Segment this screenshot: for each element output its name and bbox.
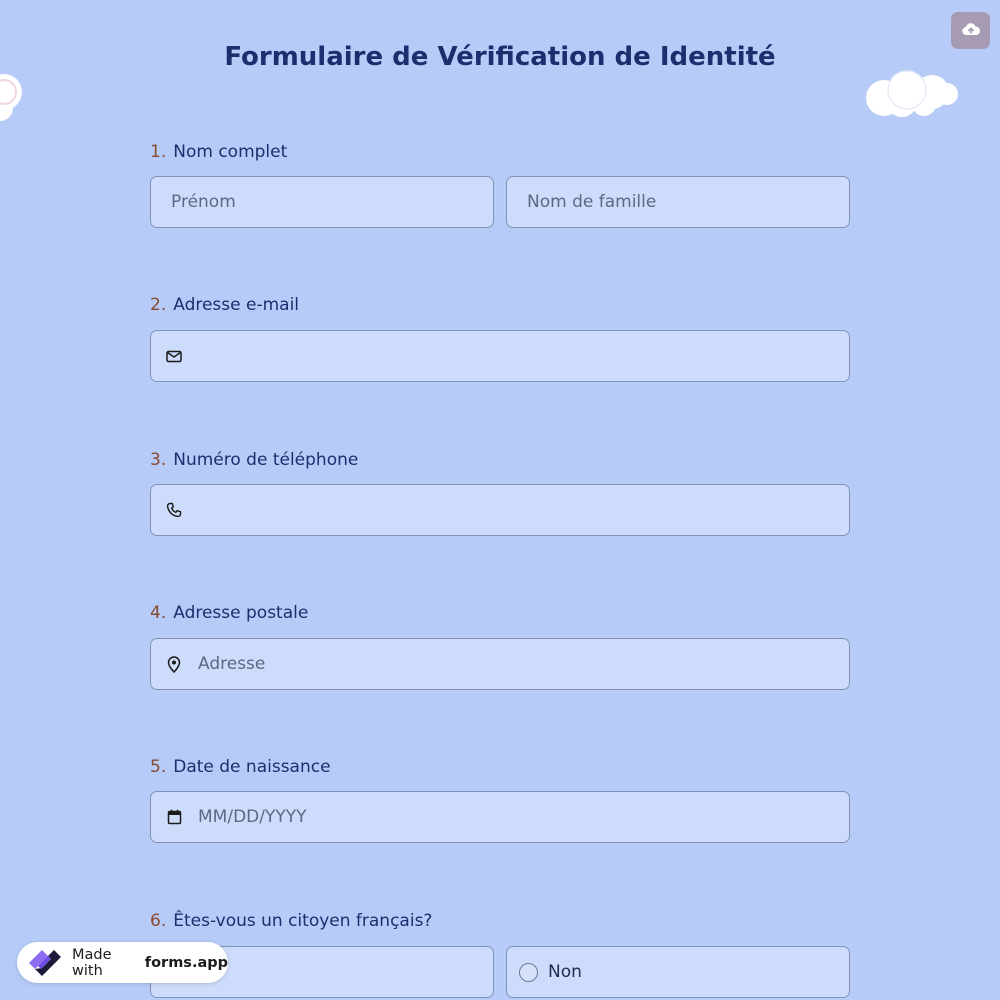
forms-app-logo-icon xyxy=(25,946,65,980)
mail-icon xyxy=(165,347,183,365)
question-label: Date de naissance xyxy=(173,757,331,777)
address-field[interactable]: Adresse xyxy=(150,638,850,690)
decorative-cloud-right xyxy=(862,68,962,124)
badge-prefix: Made with xyxy=(72,946,112,979)
question-number: 5. xyxy=(150,757,167,777)
birth-date-placeholder: MM/DD/YYYY xyxy=(198,807,307,827)
question-phone: 3. Numéro de téléphone xyxy=(150,449,850,471)
last-name-input[interactable]: Nom de famille xyxy=(506,176,850,228)
calendar-icon xyxy=(165,808,183,826)
question-full-name: 1. Nom complet xyxy=(150,141,850,163)
question-label: Êtes-vous un citoyen français? xyxy=(173,911,433,931)
phone-field[interactable] xyxy=(150,484,850,536)
question-email: 2. Adresse e-mail xyxy=(150,294,850,316)
cloud-upload-button[interactable] xyxy=(951,12,990,49)
phone-icon xyxy=(165,501,183,519)
page-title: Formulaire de Vérification de Identité xyxy=(224,42,776,72)
question-number: 1. xyxy=(150,142,167,162)
radio-circle[interactable] xyxy=(519,962,538,982)
radio-option-label: Non xyxy=(548,962,582,982)
question-number: 3. xyxy=(150,450,167,470)
first-name-input[interactable]: Prénom xyxy=(150,176,494,228)
location-pin-icon xyxy=(165,655,183,673)
question-label: Numéro de téléphone xyxy=(173,450,359,470)
question-label: Adresse postale xyxy=(173,603,309,623)
decorative-cloud-left xyxy=(0,68,26,130)
question-number: 4. xyxy=(150,603,167,623)
made-with-forms-app-badge[interactable]: Made with forms.app xyxy=(17,942,228,983)
question-label: Adresse e-mail xyxy=(173,295,300,315)
question-french-citizen: 6. Êtes-vous un citoyen français? xyxy=(150,910,850,932)
last-name-placeholder: Nom de famille xyxy=(527,192,657,212)
address-placeholder: Adresse xyxy=(198,654,266,674)
badge-brand: forms.app xyxy=(144,954,228,971)
radio-option-non[interactable]: Non xyxy=(506,946,850,998)
birth-date-field[interactable]: MM/DD/YYYY xyxy=(150,791,850,843)
email-field[interactable] xyxy=(150,330,850,382)
question-number: 6. xyxy=(150,911,167,931)
question-label: Nom complet xyxy=(173,142,288,162)
cloud-upload-icon xyxy=(961,21,980,40)
question-number: 2. xyxy=(150,295,167,315)
first-name-placeholder: Prénom xyxy=(171,192,236,212)
question-postal-address: 4. Adresse postale xyxy=(150,602,850,624)
question-birth-date: 5. Date de naissance xyxy=(150,756,850,778)
